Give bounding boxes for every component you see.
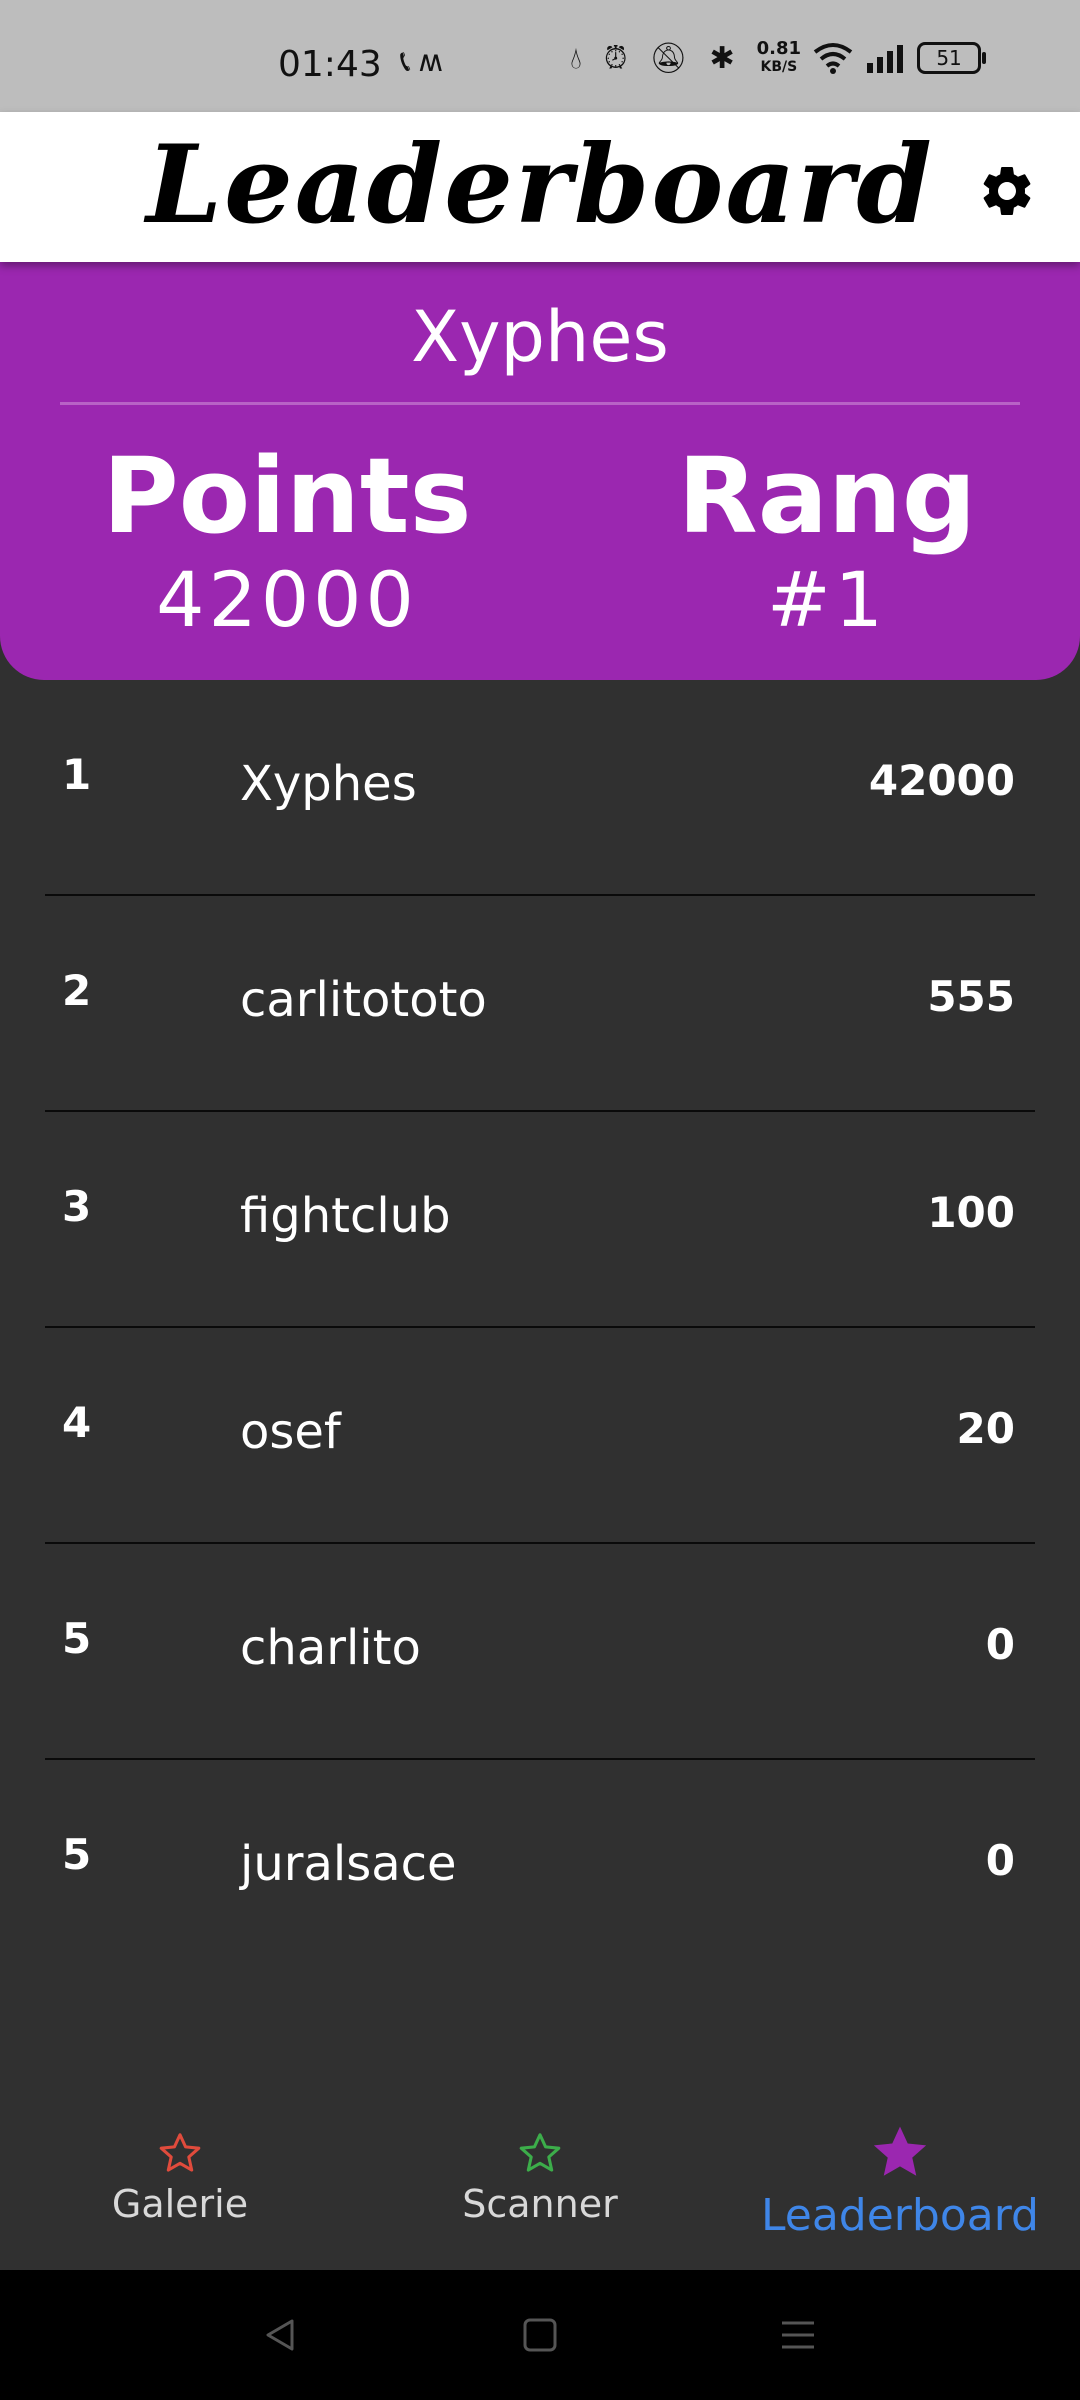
star-outline-icon — [519, 2133, 561, 2172]
row-name: fightclub — [240, 1188, 451, 1244]
nav-label-leaderboard: Leaderboard — [761, 2190, 1039, 2241]
alarm-icon: ⏰︎ — [604, 40, 638, 76]
table-row[interactable]: 1 Xyphes 42000 — [0, 680, 1080, 896]
row-points: 42000 — [868, 756, 1015, 805]
row-rank: 5 — [62, 1614, 92, 1663]
row-rank: 2 — [62, 966, 92, 1015]
notification-app-icon: ʍ — [418, 44, 452, 79]
status-left-icons: 📞︎ʍ — [400, 44, 451, 79]
nav-item-scanner[interactable]: Scanner — [390, 2130, 690, 2226]
data-saver-icon: 💧︎ — [570, 40, 592, 76]
app-header: Leaderboard — [0, 112, 1080, 262]
nav-item-leaderboard[interactable]: Leaderboard — [750, 2120, 1050, 2241]
phone-call-icon: 📞︎ — [400, 44, 419, 79]
row-points: 0 — [985, 1620, 1015, 1669]
bluetooth-icon: ✱ — [709, 40, 745, 76]
rank-value: #1 — [766, 555, 888, 644]
menu-button[interactable] — [773, 2310, 823, 2360]
menu-lines-icon — [782, 2321, 814, 2349]
status-bar: 01:43 📞︎ʍ 💧︎ ⏰︎ 🔕︎ ✱ 0.81 KB/S 51 — [0, 0, 1080, 112]
profile-name: Xyphes — [411, 296, 669, 378]
home-button[interactable] — [515, 2310, 565, 2360]
network-speed-unit: KB/S — [760, 59, 798, 75]
table-row[interactable]: 3 fightclub 100 — [0, 1112, 1080, 1328]
gear-icon — [983, 166, 1031, 215]
back-button[interactable] — [255, 2310, 305, 2360]
rank-stat: Rang #1 — [607, 440, 1047, 648]
profile-card: Xyphes Points 42000 Rang #1 — [0, 262, 1080, 680]
row-name: osef — [240, 1404, 341, 1460]
status-time: 01:43 — [278, 44, 382, 85]
network-speed-value: 0.81 — [756, 38, 802, 59]
row-rank: 3 — [62, 1182, 92, 1231]
row-name: carlitototo — [240, 972, 487, 1028]
row-rank: 5 — [62, 1830, 92, 1879]
settings-button[interactable] — [972, 156, 1042, 226]
points-value: 42000 — [156, 555, 418, 644]
profile-divider — [60, 402, 1020, 405]
points-label: Points — [102, 435, 472, 557]
leaderboard-list: 1 Xyphes 42000 2 carlitototo 555 3 fight… — [0, 680, 1080, 1976]
nav-label-scanner: Scanner — [462, 2182, 618, 2226]
row-name: juralsace — [240, 1836, 457, 1892]
battery-icon: 51 — [917, 42, 987, 74]
table-row[interactable]: 5 juralsace 0 — [0, 1760, 1080, 1976]
star-filled-icon — [873, 2126, 927, 2176]
network-speed: 0.81 KB/S — [757, 40, 801, 76]
page-title: Leaderboard — [146, 122, 934, 248]
wifi-icon — [813, 43, 853, 74]
table-row[interactable]: 5 charlito 0 — [0, 1544, 1080, 1760]
system-nav-bar — [0, 2270, 1080, 2400]
signal-icon — [867, 45, 904, 73]
nav-label-galerie: Galerie — [111, 2182, 249, 2226]
star-outline-icon — [159, 2133, 201, 2172]
row-rank: 4 — [62, 1398, 92, 1447]
row-name: charlito — [240, 1620, 421, 1676]
status-right-icons: 💧︎ ⏰︎ 🔕︎ ✱ 0.81 KB/S 51 — [570, 40, 987, 76]
table-row[interactable]: 4 osef 20 — [0, 1328, 1080, 1544]
row-rank: 1 — [62, 750, 92, 799]
nav-item-galerie[interactable]: Galerie — [30, 2130, 330, 2226]
back-triangle-icon — [266, 2319, 294, 2351]
rank-label: Rang — [677, 435, 977, 557]
row-name: Xyphes — [240, 756, 417, 812]
table-row[interactable]: 2 carlitototo 555 — [0, 896, 1080, 1112]
points-stat: Points 42000 — [67, 440, 507, 648]
bell-muted-icon: 🔕︎ — [649, 40, 698, 76]
row-points: 20 — [956, 1404, 1015, 1453]
row-points: 0 — [985, 1836, 1015, 1885]
row-points: 555 — [927, 972, 1015, 1021]
row-points: 100 — [927, 1188, 1015, 1237]
home-square-icon — [523, 2318, 557, 2352]
bottom-nav: Galerie Scanner Leaderboard — [0, 2080, 1080, 2270]
